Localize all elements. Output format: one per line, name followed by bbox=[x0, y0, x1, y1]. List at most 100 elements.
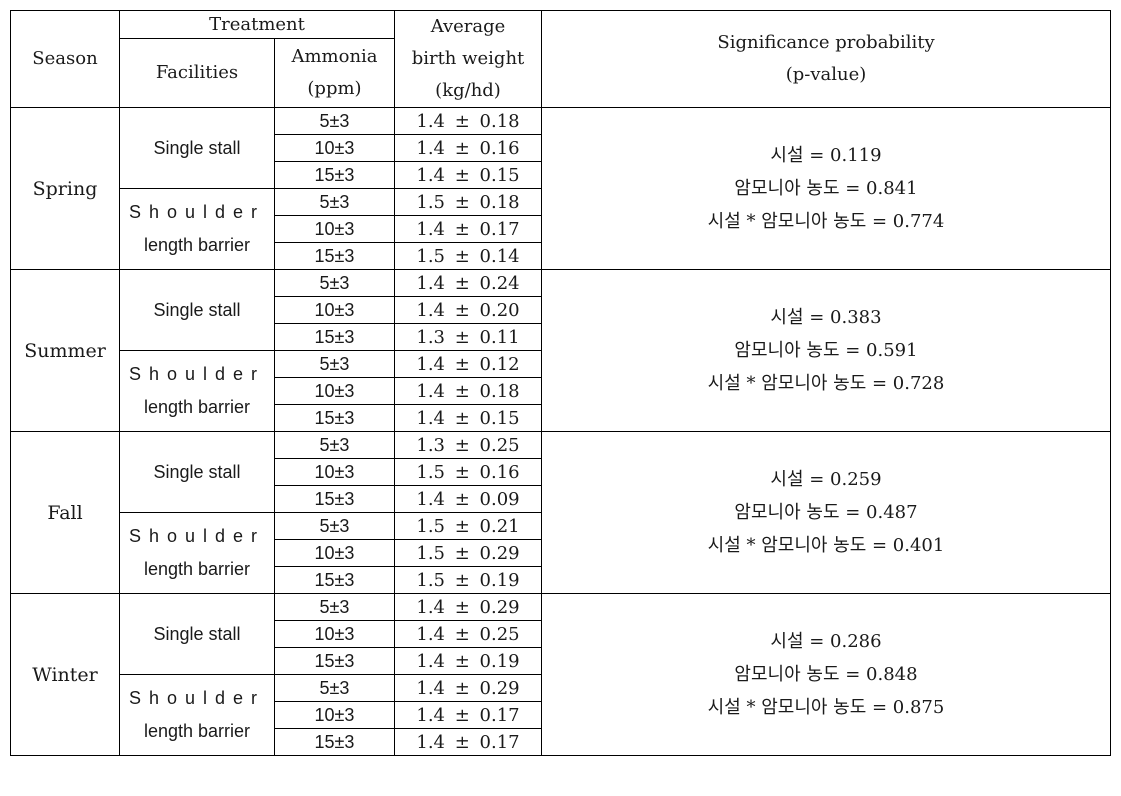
ammonia-cell: 10±3 bbox=[274, 377, 395, 405]
header-facilities: Facilities bbox=[119, 38, 275, 108]
header-ammonia-line2: (ppm) bbox=[307, 78, 362, 100]
birth-weight-cell: 1.4 ± 0.24 bbox=[394, 269, 542, 297]
header-birth-weight-line2: birth weight bbox=[411, 48, 525, 69]
ammonia-cell: 15±3 bbox=[274, 404, 395, 432]
p-value-line: 시설 * 암모니아 농도 = 0.728 bbox=[707, 373, 945, 394]
header-birth-weight: Average birth weight (kg/hd) bbox=[394, 10, 542, 108]
facility-label-line1: Single stall bbox=[153, 461, 241, 482]
facility-label-line2: length barrier bbox=[143, 721, 251, 741]
birth-weight-cell: 1.4 ± 0.16 bbox=[394, 134, 542, 162]
facility-label-line1: Single stall bbox=[153, 299, 241, 320]
birth-weight-cell: 1.4 ± 0.25 bbox=[394, 620, 542, 648]
ammonia-cell: 15±3 bbox=[274, 485, 395, 513]
p-value-line: 시설 = 0.286 bbox=[770, 631, 882, 652]
header-significance-line2: (p-value) bbox=[785, 64, 867, 85]
table-row: Winter Single stall 5±3 1.4 ± 0.29 시설 = 0.28… bbox=[10, 593, 1111, 756]
facility-cell: Shoulder length barrier bbox=[119, 188, 275, 270]
header-ammonia: Ammonia (ppm) bbox=[274, 38, 395, 108]
season-cell: Summer bbox=[10, 269, 120, 432]
birth-weight-cell: 1.4 ± 0.15 bbox=[394, 161, 542, 189]
p-value-line: 시설 = 0.259 bbox=[770, 469, 882, 490]
birth-weight-cell: 1.5 ± 0.19 bbox=[394, 566, 542, 594]
ammonia-cell: 10±3 bbox=[274, 134, 395, 162]
birth-weight-cell: 1.5 ± 0.18 bbox=[394, 188, 542, 216]
facility-cell: Shoulder length barrier bbox=[119, 674, 275, 756]
p-value-line: 시설 = 0.119 bbox=[770, 145, 882, 166]
header-treatment: Treatment bbox=[119, 9, 395, 40]
season-cell: Fall bbox=[10, 431, 120, 594]
p-value-line: 암모니아 농도 = 0.487 bbox=[734, 502, 918, 523]
ammonia-cell: 10±3 bbox=[274, 539, 395, 567]
facility-label-line1: Single stall bbox=[153, 623, 241, 644]
birth-weight-cell: 1.4 ± 0.15 bbox=[394, 404, 542, 432]
header-significance-line1: Significance probability bbox=[717, 32, 935, 53]
ammonia-cell: 5±3 bbox=[274, 188, 395, 216]
birth-weight-cell: 1.4 ± 0.12 bbox=[394, 350, 542, 378]
ammonia-cell: 5±3 bbox=[274, 512, 395, 540]
birth-weight-cell: 1.5 ± 0.16 bbox=[394, 458, 542, 486]
ammonia-cell: 10±3 bbox=[274, 620, 395, 648]
facility-cell: Single stall bbox=[119, 593, 275, 675]
table-row: Fall Single stall 5±3 1.3 ± 0.25 시설 = 0.259 암… bbox=[10, 431, 1111, 594]
facility-label-line2: length barrier bbox=[143, 559, 251, 579]
season-cell: Spring bbox=[10, 107, 120, 270]
ammonia-cell: 5±3 bbox=[274, 674, 395, 702]
p-value-cell: 시설 = 0.259 암모니아 농도 = 0.487 시설 * 암모니아 농도 = … bbox=[541, 431, 1111, 594]
facility-label-line1: Shoulder bbox=[128, 688, 266, 708]
facility-label-line2: length barrier bbox=[143, 235, 251, 255]
birth-weight-cell: 1.5 ± 0.14 bbox=[394, 242, 542, 270]
birth-weight-cell: 1.4 ± 0.29 bbox=[394, 674, 542, 702]
season-cell: Winter bbox=[10, 593, 120, 756]
header-season: Season bbox=[10, 10, 120, 108]
table-body: Spring Single stall 5±3 1.4 ± 0.18 시설 = 0.11… bbox=[10, 107, 1111, 756]
header-ammonia-line1: Ammonia bbox=[291, 46, 378, 68]
ammonia-cell: 15±3 bbox=[274, 647, 395, 675]
p-value-line: 암모니아 농도 = 0.841 bbox=[734, 178, 918, 199]
ammonia-cell: 5±3 bbox=[274, 593, 395, 621]
ammonia-cell: 5±3 bbox=[274, 431, 395, 459]
ammonia-cell: 10±3 bbox=[274, 458, 395, 486]
birth-weight-cell: 1.4 ± 0.19 bbox=[394, 647, 542, 675]
ammonia-cell: 5±3 bbox=[274, 107, 395, 135]
p-value-cell: 시설 = 0.286 암모니아 농도 = 0.848 시설 * 암모니아 농도 = … bbox=[541, 593, 1111, 756]
ammonia-cell: 15±3 bbox=[274, 161, 395, 189]
facility-label-line1: Shoulder bbox=[128, 526, 266, 546]
birth-weight-cell: 1.3 ± 0.11 bbox=[394, 323, 542, 351]
ammonia-cell: 5±3 bbox=[274, 269, 395, 297]
birth-weight-cell: 1.5 ± 0.21 bbox=[394, 512, 542, 540]
p-value-line: 시설 * 암모니아 농도 = 0.401 bbox=[707, 535, 945, 556]
p-value-line: 시설 = 0.383 bbox=[770, 307, 882, 328]
facility-cell: Single stall bbox=[119, 431, 275, 513]
table-row: Summer Single stall 5±3 1.4 ± 0.24 시설 = 0.38… bbox=[10, 269, 1111, 432]
facility-cell: Shoulder length barrier bbox=[119, 512, 275, 594]
facility-cell: Shoulder length barrier bbox=[119, 350, 275, 432]
table-row: Spring Single stall 5±3 1.4 ± 0.18 시설 = 0.11… bbox=[10, 107, 1111, 270]
birth-weight-cell: 1.4 ± 0.09 bbox=[394, 485, 542, 513]
birth-weight-cell: 1.3 ± 0.25 bbox=[394, 431, 542, 459]
facility-label-line1: Shoulder bbox=[128, 202, 266, 222]
birth-weight-table: Season Treatment Average birth weight (k… bbox=[10, 9, 1111, 756]
birth-weight-cell: 1.4 ± 0.20 bbox=[394, 296, 542, 324]
birth-weight-cell: 1.5 ± 0.29 bbox=[394, 539, 542, 567]
p-value-cell: 시설 = 0.119 암모니아 농도 = 0.841 시설 * 암모니아 농도 = … bbox=[541, 107, 1111, 270]
p-value-line: 암모니아 농도 = 0.848 bbox=[734, 664, 918, 685]
header-birth-weight-line1: Average bbox=[430, 16, 506, 37]
ammonia-cell: 15±3 bbox=[274, 323, 395, 351]
ammonia-cell: 15±3 bbox=[274, 242, 395, 270]
p-value-line: 시설 * 암모니아 농도 = 0.875 bbox=[707, 697, 945, 718]
ammonia-cell: 15±3 bbox=[274, 566, 395, 594]
p-value-line: 암모니아 농도 = 0.591 bbox=[734, 340, 918, 361]
birth-weight-cell: 1.4 ± 0.17 bbox=[394, 701, 542, 729]
ammonia-cell: 10±3 bbox=[274, 701, 395, 729]
facility-cell: Single stall bbox=[119, 107, 275, 189]
ammonia-cell: 10±3 bbox=[274, 215, 395, 243]
facility-label-line2: length barrier bbox=[143, 397, 251, 417]
birth-weight-cell: 1.4 ± 0.18 bbox=[394, 377, 542, 405]
header-birth-weight-line3: (kg/hd) bbox=[435, 80, 501, 101]
facility-cell: Single stall bbox=[119, 269, 275, 351]
p-value-cell: 시설 = 0.383 암모니아 농도 = 0.591 시설 * 암모니아 농도 = … bbox=[541, 269, 1111, 432]
table-header: Season Treatment Average birth weight (k… bbox=[10, 9, 1111, 108]
birth-weight-cell: 1.4 ± 0.18 bbox=[394, 107, 542, 135]
birth-weight-cell: 1.4 ± 0.29 bbox=[394, 593, 542, 621]
ammonia-cell: 15±3 bbox=[274, 728, 395, 756]
